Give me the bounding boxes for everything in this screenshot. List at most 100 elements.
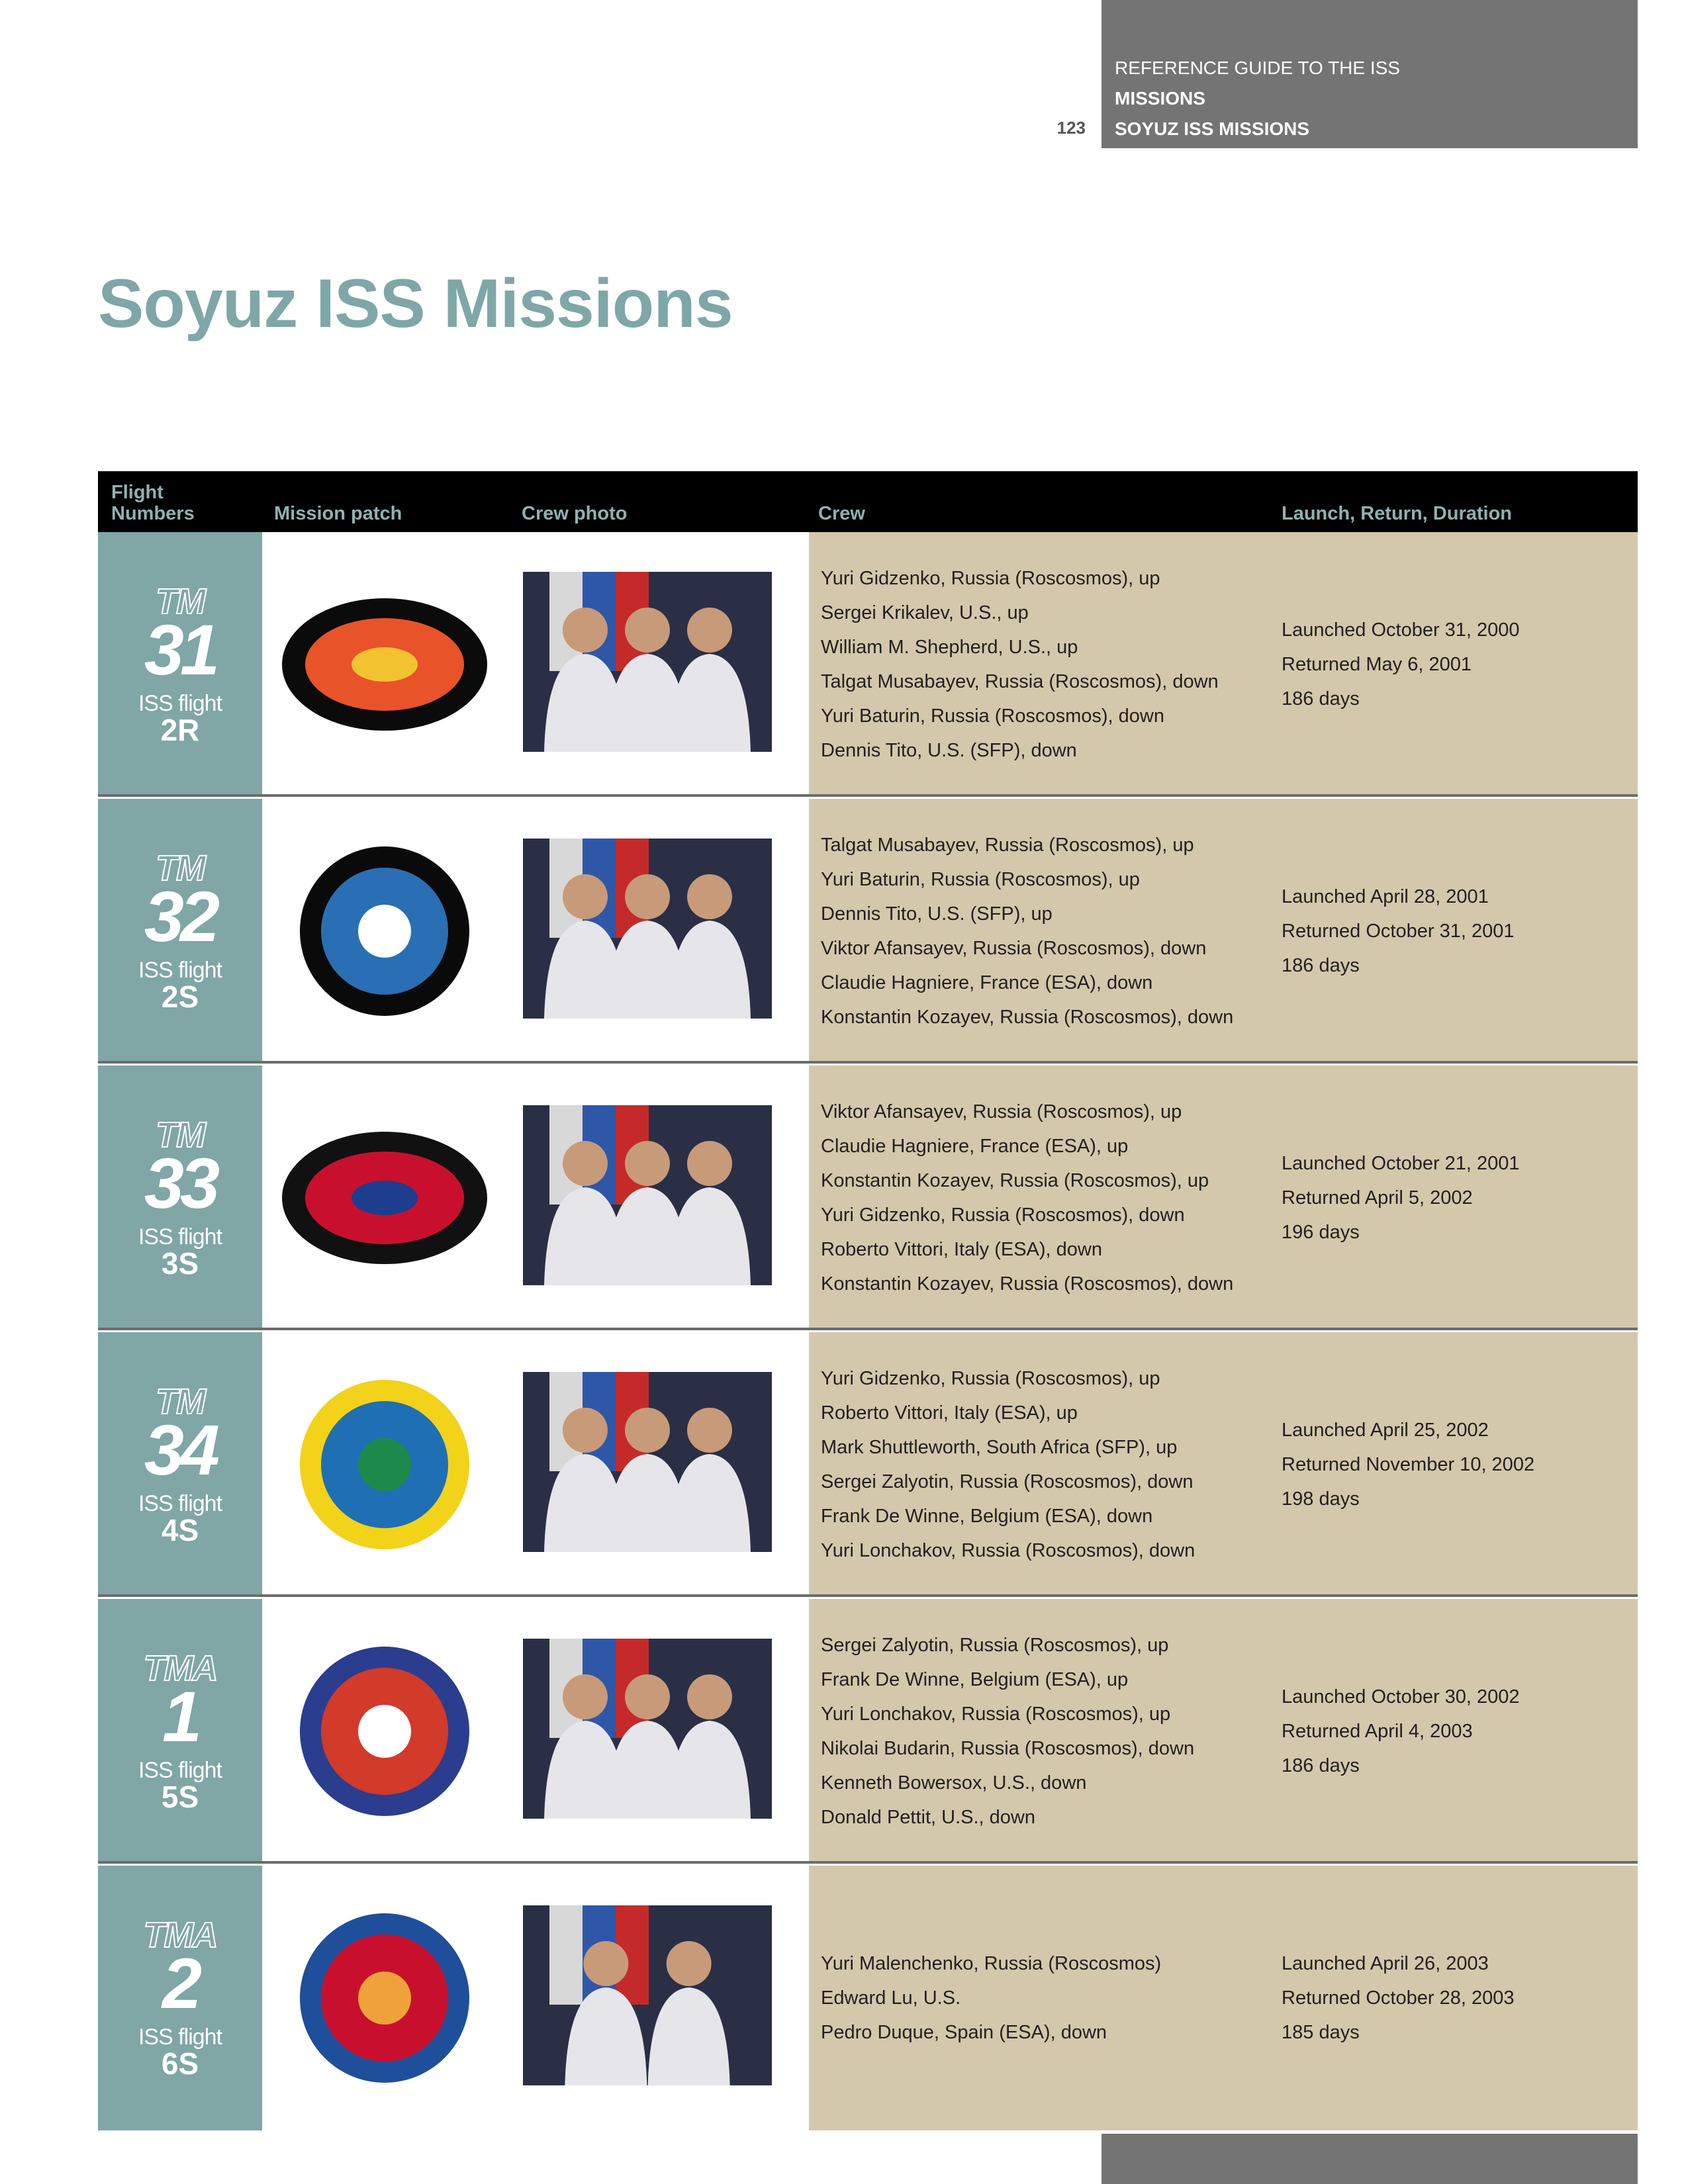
column-header-flight-line2: Numbers [111, 503, 195, 524]
launch-return-duration: Launched October 30, 2002 Returned April … [1282, 1599, 1626, 1864]
column-header-launch: Launch, Return, Duration [1282, 503, 1512, 524]
crew-details-cell: Talgat Musabayev, Russia (Roscosmos), up… [809, 799, 1638, 1064]
crew-details-cell: Viktor Afansayev, Russia (Roscosmos), up… [809, 1066, 1638, 1330]
column-header-flight: Flight Numbers [111, 482, 195, 524]
crew-member: Yuri Gidzenko, Russia (Roscosmos), down [821, 1205, 1185, 1226]
column-header-photo: Crew photo [522, 503, 628, 524]
mission-patch-cell [262, 532, 504, 797]
crew-member: Claudie Hagniere, France (ESA), down [821, 972, 1153, 993]
crew-member: Viktor Afansayev, Russia (Roscosmos), do… [821, 938, 1207, 959]
mission-patch-cell [262, 799, 504, 1064]
mission-patch-cell [262, 1332, 504, 1597]
mission-row: TMA 1 ISS flight 5S Sergei Zalyotin, Rus… [98, 1599, 1638, 1864]
crew-member: Roberto Vittori, Italy (ESA), down [821, 1239, 1102, 1260]
crew-photo-cell [504, 799, 806, 1064]
row-divider [98, 1861, 1638, 1864]
soyuz-flight-number: 33 [144, 1143, 220, 1223]
crew-photo-image [523, 572, 772, 752]
mission-patch-cell [262, 1866, 504, 2130]
crew-member: Yuri Lonchakov, Russia (Roscosmos), up [821, 1704, 1171, 1725]
flight-number-cell: TM 33 ISS flight 3S [98, 1066, 262, 1330]
launch-info-line: Launched October 21, 2001 [1282, 1153, 1520, 1174]
launch-info-line: 196 days [1282, 1222, 1360, 1243]
crew-member: Claudie Hagniere, France (ESA), up [821, 1136, 1129, 1157]
mission-patch-image [300, 846, 469, 1016]
mission-patch-image [300, 1647, 469, 1816]
crew-list: Yuri Gidzenko, Russia (Roscosmos), up Ser… [821, 532, 1278, 797]
crew-details-cell: Yuri Gidzenko, Russia (Roscosmos), up Ser… [809, 532, 1638, 797]
iss-flight-code: 3S [161, 1246, 199, 1281]
crew-photo-cell [504, 1332, 806, 1597]
crew-member: Konstantin Kozayev, Russia (Roscosmos), … [821, 1170, 1209, 1191]
launch-return-duration: Launched April 28, 2001 Returned October … [1282, 799, 1626, 1064]
running-header-section: MISSIONS [1115, 88, 1205, 109]
soyuz-flight-number: 2 [162, 1943, 202, 2023]
crew-photo-image [523, 1905, 772, 2085]
flight-number-cell: TM 32 ISS flight 2S [98, 799, 262, 1064]
crew-member: Frank De Winne, Belgium (ESA), up [821, 1669, 1129, 1690]
crew-photo-cell [504, 1066, 806, 1330]
mission-row: TM 31 ISS flight 2R Yuri Gidzenko, Russi… [98, 532, 1638, 797]
launch-info-line: 186 days [1282, 688, 1360, 709]
iss-flight-code: 2S [161, 979, 199, 1014]
launch-info-line: Returned April 5, 2002 [1282, 1187, 1473, 1208]
soyuz-flight-number: 31 [144, 610, 220, 690]
mission-patch-cell [262, 1599, 504, 1864]
launch-info-line: Returned October 28, 2003 [1282, 1987, 1515, 2009]
crew-member: Yuri Baturin, Russia (Roscosmos), down [821, 705, 1164, 727]
running-header: REFERENCE GUIDE TO THE ISS MISSIONS SOYU… [1115, 53, 1631, 144]
launch-info-line: Returned May 6, 2001 [1282, 654, 1472, 675]
crew-member: Yuri Gidzenko, Russia (Roscosmos), up [821, 568, 1160, 589]
crew-member: Yuri Lonchakov, Russia (Roscosmos), down [821, 1540, 1196, 1561]
iss-flight-code: 4S [161, 1513, 199, 1547]
crew-member: Dennis Tito, U.S. (SFP), down [821, 740, 1077, 761]
crew-list: Viktor Afansayev, Russia (Roscosmos), up… [821, 1066, 1278, 1330]
crew-member: Pedro Duque, Spain (ESA), down [821, 2022, 1107, 2043]
column-header-patch: Mission patch [274, 503, 402, 524]
page-title: Soyuz ISS Missions [98, 265, 733, 342]
iss-flight-code: 6S [161, 2046, 199, 2081]
launch-info-line: Launched October 31, 2000 [1282, 619, 1520, 641]
crew-photo-image [523, 1639, 772, 1819]
crew-member: Edward Lu, U.S. [821, 1987, 961, 2009]
crew-member: Dennis Tito, U.S. (SFP), up [821, 903, 1053, 925]
crew-member: Frank De Winne, Belgium (ESA), down [821, 1506, 1153, 1527]
mission-patch-image [300, 1380, 469, 1549]
crew-member: Nikolai Budarin, Russia (Roscosmos), dow… [821, 1738, 1195, 1759]
row-divider [98, 1328, 1638, 1330]
crew-member: Roberto Vittori, Italy (ESA), up [821, 1402, 1078, 1424]
column-header-crew: Crew [818, 503, 865, 524]
launch-info-line: Returned October 31, 2001 [1282, 921, 1515, 942]
flight-number-cell: TM 31 ISS flight 2R [98, 532, 262, 797]
crew-member: Mark Shuttleworth, South Africa (SFP), u… [821, 1437, 1178, 1458]
launch-return-duration: Launched April 25, 2002 Returned November… [1282, 1332, 1626, 1597]
mission-patch-cell [262, 1066, 504, 1330]
row-divider [98, 794, 1638, 797]
crew-member: Kenneth Bowersox, U.S., down [821, 1772, 1087, 1794]
row-divider [98, 1061, 1638, 1064]
iss-flight-code: 2R [160, 713, 200, 747]
crew-member: Konstantin Kozayev, Russia (Roscosmos), … [821, 1007, 1234, 1028]
crew-member: Yuri Malenchenko, Russia (Roscosmos) [821, 1953, 1162, 1974]
crew-member: Sergei Zalyotin, Russia (Roscosmos), up [821, 1635, 1169, 1656]
flight-number-cell: TMA 1 ISS flight 5S [98, 1599, 262, 1864]
crew-list: Yuri Malenchenko, Russia (Roscosmos) Edwa… [821, 1866, 1278, 2130]
crew-member: Sergei Krikalev, U.S., up [821, 602, 1029, 623]
launch-info-line: Launched April 25, 2002 [1282, 1420, 1489, 1441]
soyuz-flight-number: 32 [144, 876, 220, 956]
crew-member: William M. Shepherd, U.S., up [821, 637, 1078, 658]
crew-member: Yuri Baturin, Russia (Roscosmos), up [821, 869, 1140, 890]
iss-flight-code: 5S [161, 1780, 199, 1814]
row-divider [98, 1594, 1638, 1597]
flight-number-cell: TMA 2 ISS flight 6S [98, 1866, 262, 2130]
launch-info-line: Launched April 28, 2001 [1282, 886, 1489, 907]
crew-details-cell: Sergei Zalyotin, Russia (Roscosmos), up F… [809, 1599, 1638, 1864]
crew-details-cell: Yuri Gidzenko, Russia (Roscosmos), up Rob… [809, 1332, 1638, 1597]
launch-info-line: Returned November 10, 2002 [1282, 1454, 1535, 1475]
mission-row: TM 34 ISS flight 4S Yuri Gidzenko, Russi… [98, 1332, 1638, 1597]
mission-patch-image [282, 1132, 487, 1264]
crew-photo-cell [504, 1866, 806, 2130]
running-header-guide: REFERENCE GUIDE TO THE ISS [1115, 58, 1400, 78]
table-header: Flight Numbers Mission patch Crew photo … [98, 471, 1638, 532]
crew-list: Sergei Zalyotin, Russia (Roscosmos), up F… [821, 1599, 1278, 1864]
